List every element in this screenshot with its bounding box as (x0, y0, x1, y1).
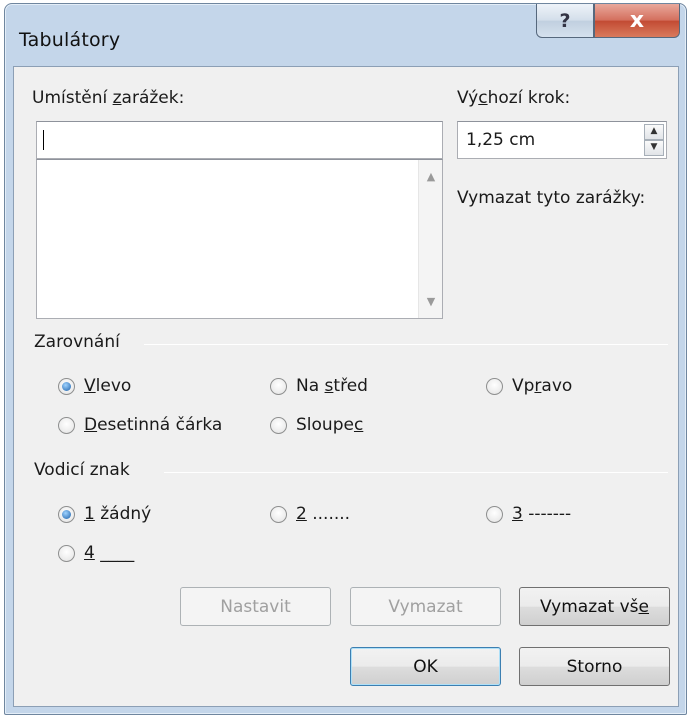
radio-label: Desetinná čárka (84, 415, 223, 435)
close-icon: x (629, 8, 645, 33)
dialog-title: Tabulátory (19, 29, 121, 51)
close-button[interactable]: x (594, 4, 680, 38)
radio-leader-underline[interactable]: 4 ____ (58, 543, 134, 563)
radio-leader-none[interactable]: 1 žádný (58, 504, 151, 524)
ok-button[interactable]: OK (350, 647, 501, 686)
leader-divider (164, 472, 668, 473)
spin-down-icon[interactable]: ▼ (644, 140, 664, 156)
radio-label: 1 žádný (84, 504, 152, 524)
alignment-group-title: Zarovnání (34, 332, 120, 352)
radio-label: 3 ------- (512, 504, 572, 524)
radio-indicator (58, 377, 75, 395)
clear-button[interactable]: Vymazat (350, 587, 501, 626)
spin-up-icon[interactable]: ▲ (644, 124, 664, 140)
radio-indicator (270, 505, 287, 523)
scroll-up-arrow-icon[interactable]: ▲ (419, 170, 443, 183)
default-stop-spinner[interactable]: 1,25 cm ▲ ▼ (457, 121, 667, 159)
radio-leader-dashes[interactable]: 3 ------- (486, 504, 571, 524)
tabs-dialog: Tabulátory ? x Umístění zarážek: ▲ ▼ Výc… (4, 3, 687, 715)
radio-indicator (58, 544, 75, 562)
radio-leader-dots[interactable]: 2 ....... (270, 504, 350, 524)
tab-position-label: Umístění zarážek: (32, 88, 185, 108)
spin-buttons: ▲ ▼ (644, 124, 664, 156)
radio-indicator (58, 505, 75, 523)
default-stop-label: Výchozí krok: (457, 88, 571, 108)
radio-indicator (486, 505, 503, 523)
list-scrollbar[interactable]: ▲ ▼ (418, 160, 442, 318)
radio-align-right[interactable]: Vpravo (486, 376, 572, 396)
clear-stops-label: Vymazat tyto zarážky: (457, 188, 646, 208)
radio-label: Sloupec (296, 415, 364, 435)
radio-align-left[interactable]: Vlevo (58, 376, 131, 396)
radio-align-center[interactable]: Na střed (270, 376, 368, 396)
radio-label: Vpravo (512, 376, 573, 396)
tab-positions-list[interactable]: ▲ ▼ (36, 159, 443, 319)
set-button[interactable]: Nastavit (180, 587, 331, 626)
radio-label: Na střed (296, 376, 368, 396)
tab-position-input[interactable] (36, 121, 443, 159)
radio-align-bar[interactable]: Sloupec (270, 415, 363, 435)
cancel-button[interactable]: Storno (519, 647, 670, 686)
radio-indicator (270, 416, 287, 434)
text-caret (43, 130, 44, 150)
help-button[interactable]: ? (536, 4, 594, 38)
clear-all-button[interactable]: Vymazat vš e (519, 587, 670, 626)
help-icon: ? (559, 9, 571, 32)
radio-label: 4 ____ (84, 543, 135, 563)
dialog-body: Umístění zarážek: ▲ ▼ Výchozí krok: 1,25… (13, 66, 679, 707)
alignment-divider (144, 344, 668, 345)
radio-indicator (58, 416, 75, 434)
radio-indicator (486, 377, 503, 395)
radio-label: 2 ....... (296, 504, 351, 524)
leader-group-title: Vodicí znak (34, 460, 130, 480)
title-bar[interactable]: Tabulátory ? x (5, 4, 686, 66)
radio-indicator (270, 377, 287, 395)
scroll-down-arrow-icon[interactable]: ▼ (419, 295, 443, 308)
default-stop-value[interactable]: 1,25 cm (466, 130, 535, 150)
radio-label: Vlevo (84, 376, 132, 396)
radio-align-decimal[interactable]: Desetinná čárka (58, 415, 222, 435)
